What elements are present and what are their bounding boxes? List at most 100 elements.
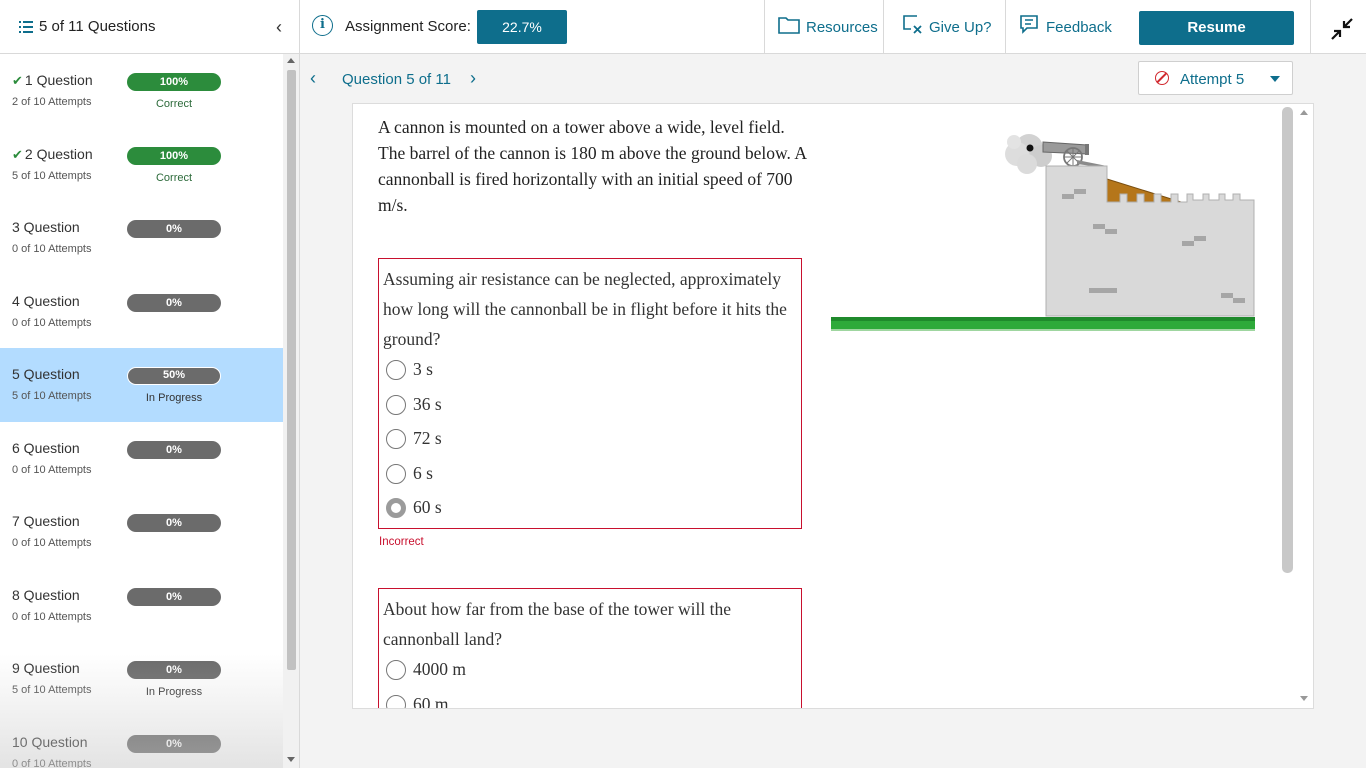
question-name: 6 Question — [12, 439, 80, 456]
resources-label: Resources — [806, 19, 878, 36]
choice-label: 6 s — [413, 462, 433, 483]
give-up-icon — [903, 15, 922, 34]
choice-label: 4000 m — [413, 659, 466, 679]
scroll-up-icon[interactable] — [287, 58, 295, 63]
choice-label: 72 s — [413, 428, 442, 448]
attempts-count: 5 of 10 Attempts — [12, 684, 92, 696]
feedback-label: Feedback — [1046, 19, 1112, 36]
sidebar-question-7[interactable]: 7 Question 0 of 10 Attempts 0% — [0, 495, 283, 569]
radio-button[interactable] — [386, 394, 406, 415]
caret-down-icon — [1270, 76, 1280, 82]
attempts-count: 0 of 10 Attempts — [12, 537, 92, 549]
choice-72s[interactable]: 72 s — [379, 423, 801, 458]
exit-fullscreen-button[interactable] — [1310, 0, 1366, 54]
question-name: ✔ 2 Question — [12, 145, 93, 162]
scrollbar-thumb[interactable] — [287, 70, 296, 670]
choice-6s[interactable]: 6 s — [379, 458, 801, 493]
sidebar-question-5[interactable]: 5 Question 5 of 10 Attempts 50% In Progr… — [0, 348, 283, 422]
score-pill: 100% — [127, 73, 221, 91]
radio-button[interactable] — [386, 429, 406, 449]
score-pill: 0% — [127, 220, 221, 238]
collapse-arrows-icon — [1331, 18, 1353, 40]
score-pill: 0% — [127, 293, 221, 312]
score-pill: 0% — [127, 587, 221, 606]
attempts-count: 0 of 10 Attempts — [12, 316, 92, 329]
feedback-button[interactable]: Feedback — [1005, 0, 1123, 54]
status-text: Correct — [155, 98, 193, 110]
give-up-button[interactable]: Give Up? — [883, 0, 1005, 54]
attempts-count: 0 of 10 Attempts — [12, 243, 92, 255]
content-scrollbar[interactable] — [1278, 103, 1296, 709]
radio-button[interactable] — [386, 360, 406, 380]
questions-toggle[interactable]: 5 of 11 Questions ‹ — [0, 0, 300, 54]
smoke-cloud — [1005, 134, 1052, 174]
question-name: 9 Question — [12, 660, 80, 676]
choice-36s[interactable]: 36 s — [379, 389, 801, 424]
sidebar-question-4[interactable]: 4 Question 0 of 10 Attempts 0% — [0, 275, 283, 349]
choice-3s[interactable]: 3 s — [379, 354, 801, 389]
info-icon[interactable]: i — [312, 15, 333, 36]
choice-label: 36 s — [413, 393, 442, 414]
question-name: 8 Question — [12, 586, 80, 603]
give-up-label: Give Up? — [929, 19, 992, 36]
radio-button[interactable] — [386, 660, 406, 680]
questions-sidebar: ✔ 1 Question 2 of 10 Attempts 100% Correc… — [0, 54, 300, 768]
sidebar-question-6[interactable]: 6 Question 0 of 10 Attempts 0% — [0, 422, 283, 496]
part-2-text: About how far from the base of the tower… — [383, 599, 731, 649]
questions-count-label: 5 of 11 Questions — [39, 18, 156, 35]
choice-60m[interactable]: 60 m — [379, 689, 801, 709]
choice-4000m[interactable]: 4000 m — [379, 654, 801, 689]
scroll-up-icon[interactable] — [1300, 110, 1308, 115]
radio-button[interactable] — [386, 694, 406, 708]
resources-button[interactable]: Resources — [764, 0, 883, 54]
part-1-text: Assuming air resistance can be neglected… — [383, 269, 787, 349]
status-text: Correct — [155, 171, 193, 184]
cannonball — [1026, 144, 1034, 152]
radio-button-selected[interactable] — [386, 498, 406, 518]
scroll-down-icon[interactable] — [287, 757, 295, 762]
sidebar-question-3[interactable]: 3 Question 0 of 10 Attempts 0% — [0, 201, 283, 275]
score-value: 22.7% — [477, 10, 567, 44]
cannon-tower-illustration — [831, 134, 1255, 331]
question-name: 10 Question — [12, 733, 88, 750]
score-pill: 100% — [127, 146, 221, 165]
attempts-count: 5 of 10 Attempts — [12, 390, 92, 402]
feedback-icon — [1020, 15, 1038, 34]
list-icon — [19, 21, 33, 33]
choice-label: 60 m — [413, 693, 449, 709]
choice-label: 60 s — [413, 497, 442, 517]
question-name: ✔ 1 Question — [12, 72, 93, 88]
score-pill: 0% — [127, 734, 221, 753]
radio-button[interactable] — [386, 463, 406, 484]
sidebar-question-10[interactable]: 10 Question 0 of 10 Attempts 0% — [0, 716, 283, 768]
score-pill: 0% — [127, 440, 221, 459]
scroll-down-icon[interactable] — [1300, 696, 1308, 701]
chevron-left-icon[interactable]: ‹ — [271, 17, 287, 38]
top-bar: 5 of 11 Questions ‹ i Assignment Score: … — [0, 0, 1366, 54]
scrollbar-thumb[interactable] — [1282, 107, 1293, 573]
folder-icon — [778, 17, 800, 34]
sidebar-question-9[interactable]: 9 Question 5 of 10 Attempts 0% In Progre… — [0, 642, 283, 716]
sidebar-question-1[interactable]: ✔ 1 Question 2 of 10 Attempts 100% Correc… — [0, 54, 283, 128]
choice-60s[interactable]: 60 s — [379, 492, 801, 527]
sidebar-question-2[interactable]: ✔ 2 Question 5 of 10 Attempts 100% Correc… — [0, 128, 283, 202]
question-name: 4 Question — [12, 292, 80, 309]
sidebar-question-8[interactable]: 8 Question 0 of 10 Attempts 0% — [0, 569, 283, 643]
question-name: 7 Question — [12, 513, 80, 529]
previous-question-icon[interactable]: ‹ — [306, 68, 320, 89]
check-circle-icon: ✔ — [12, 73, 23, 88]
sidebar-scrollbar[interactable] — [283, 54, 299, 768]
question-name: 3 Question — [12, 219, 80, 235]
attempts-count: 5 of 10 Attempts — [12, 169, 92, 182]
score-label: Assignment Score: — [345, 18, 471, 35]
score-pill: 50% — [127, 367, 221, 385]
attempts-count: 0 of 10 Attempts — [12, 463, 92, 476]
score-pill: 0% — [127, 661, 221, 679]
next-question-icon[interactable]: › — [466, 68, 480, 89]
attempt-dropdown[interactable]: Attempt 5 — [1138, 61, 1293, 95]
attempts-count: 0 of 10 Attempts — [12, 610, 92, 623]
question-part-2: About how far from the base of the tower… — [378, 588, 802, 709]
question-prompt: A cannon is mounted on a tower above a w… — [378, 117, 806, 215]
status-text: In Progress — [145, 686, 203, 698]
resume-button[interactable]: Resume — [1139, 11, 1294, 45]
